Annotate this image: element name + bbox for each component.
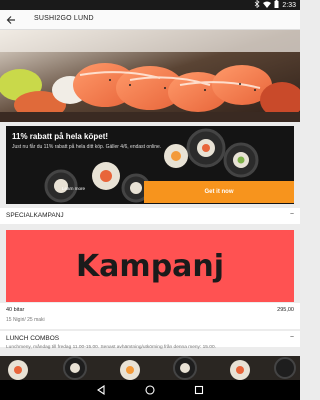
product-item[interactable]: 40 bitar 295,00 15 Nigiri/ 25 maki (0, 303, 300, 329)
collapse-icon[interactable]: − (290, 211, 294, 218)
lunch-combo-image (0, 356, 300, 380)
promo-title: 11% rabatt på hela köpet! (12, 132, 109, 141)
section-label: LUNCH COMBOS (6, 335, 60, 342)
section-description: Lunchmeny, måndag till fredag 11.00-15.0… (6, 345, 216, 350)
battery-icon (274, 0, 279, 10)
recents-icon[interactable] (193, 384, 205, 396)
wifi-icon (263, 1, 272, 10)
learn-more-link[interactable]: Learn more (62, 186, 85, 191)
collapse-icon[interactable]: − (290, 334, 294, 341)
get-it-now-button[interactable]: Get it now (144, 181, 294, 203)
product-price: 295,00 (277, 307, 294, 313)
home-icon[interactable] (144, 384, 156, 396)
app-bar: SUSHI2GO LUND (0, 10, 300, 30)
section-header-specialkampanj[interactable]: SPECIALKAMPANJ − (0, 208, 300, 224)
product-name: 40 bitar (6, 307, 25, 313)
product-description: 15 Nigiri/ 25 maki (6, 317, 45, 323)
campaign-banner[interactable]: Kampanj (6, 230, 294, 302)
back-arrow-icon[interactable] (4, 13, 18, 27)
status-bar: 2:33 (0, 0, 300, 10)
navigation-bar (0, 380, 300, 400)
app-screen: 2:33 SUSHI2GO LUND 11% rabatt på hela kö… (0, 0, 300, 400)
status-icons: 2:33 (254, 0, 296, 10)
hero-image (0, 30, 300, 122)
section-label: SPECIALKAMPANJ (6, 212, 64, 219)
bluetooth-icon (254, 0, 260, 10)
promo-description: Just nu får du 11% rabatt på hela ditt k… (12, 144, 162, 150)
status-time: 2:33 (282, 1, 296, 9)
page-title: SUSHI2GO LUND (34, 15, 94, 22)
campaign-text: Kampanj (75, 248, 225, 284)
back-icon[interactable] (95, 384, 107, 396)
